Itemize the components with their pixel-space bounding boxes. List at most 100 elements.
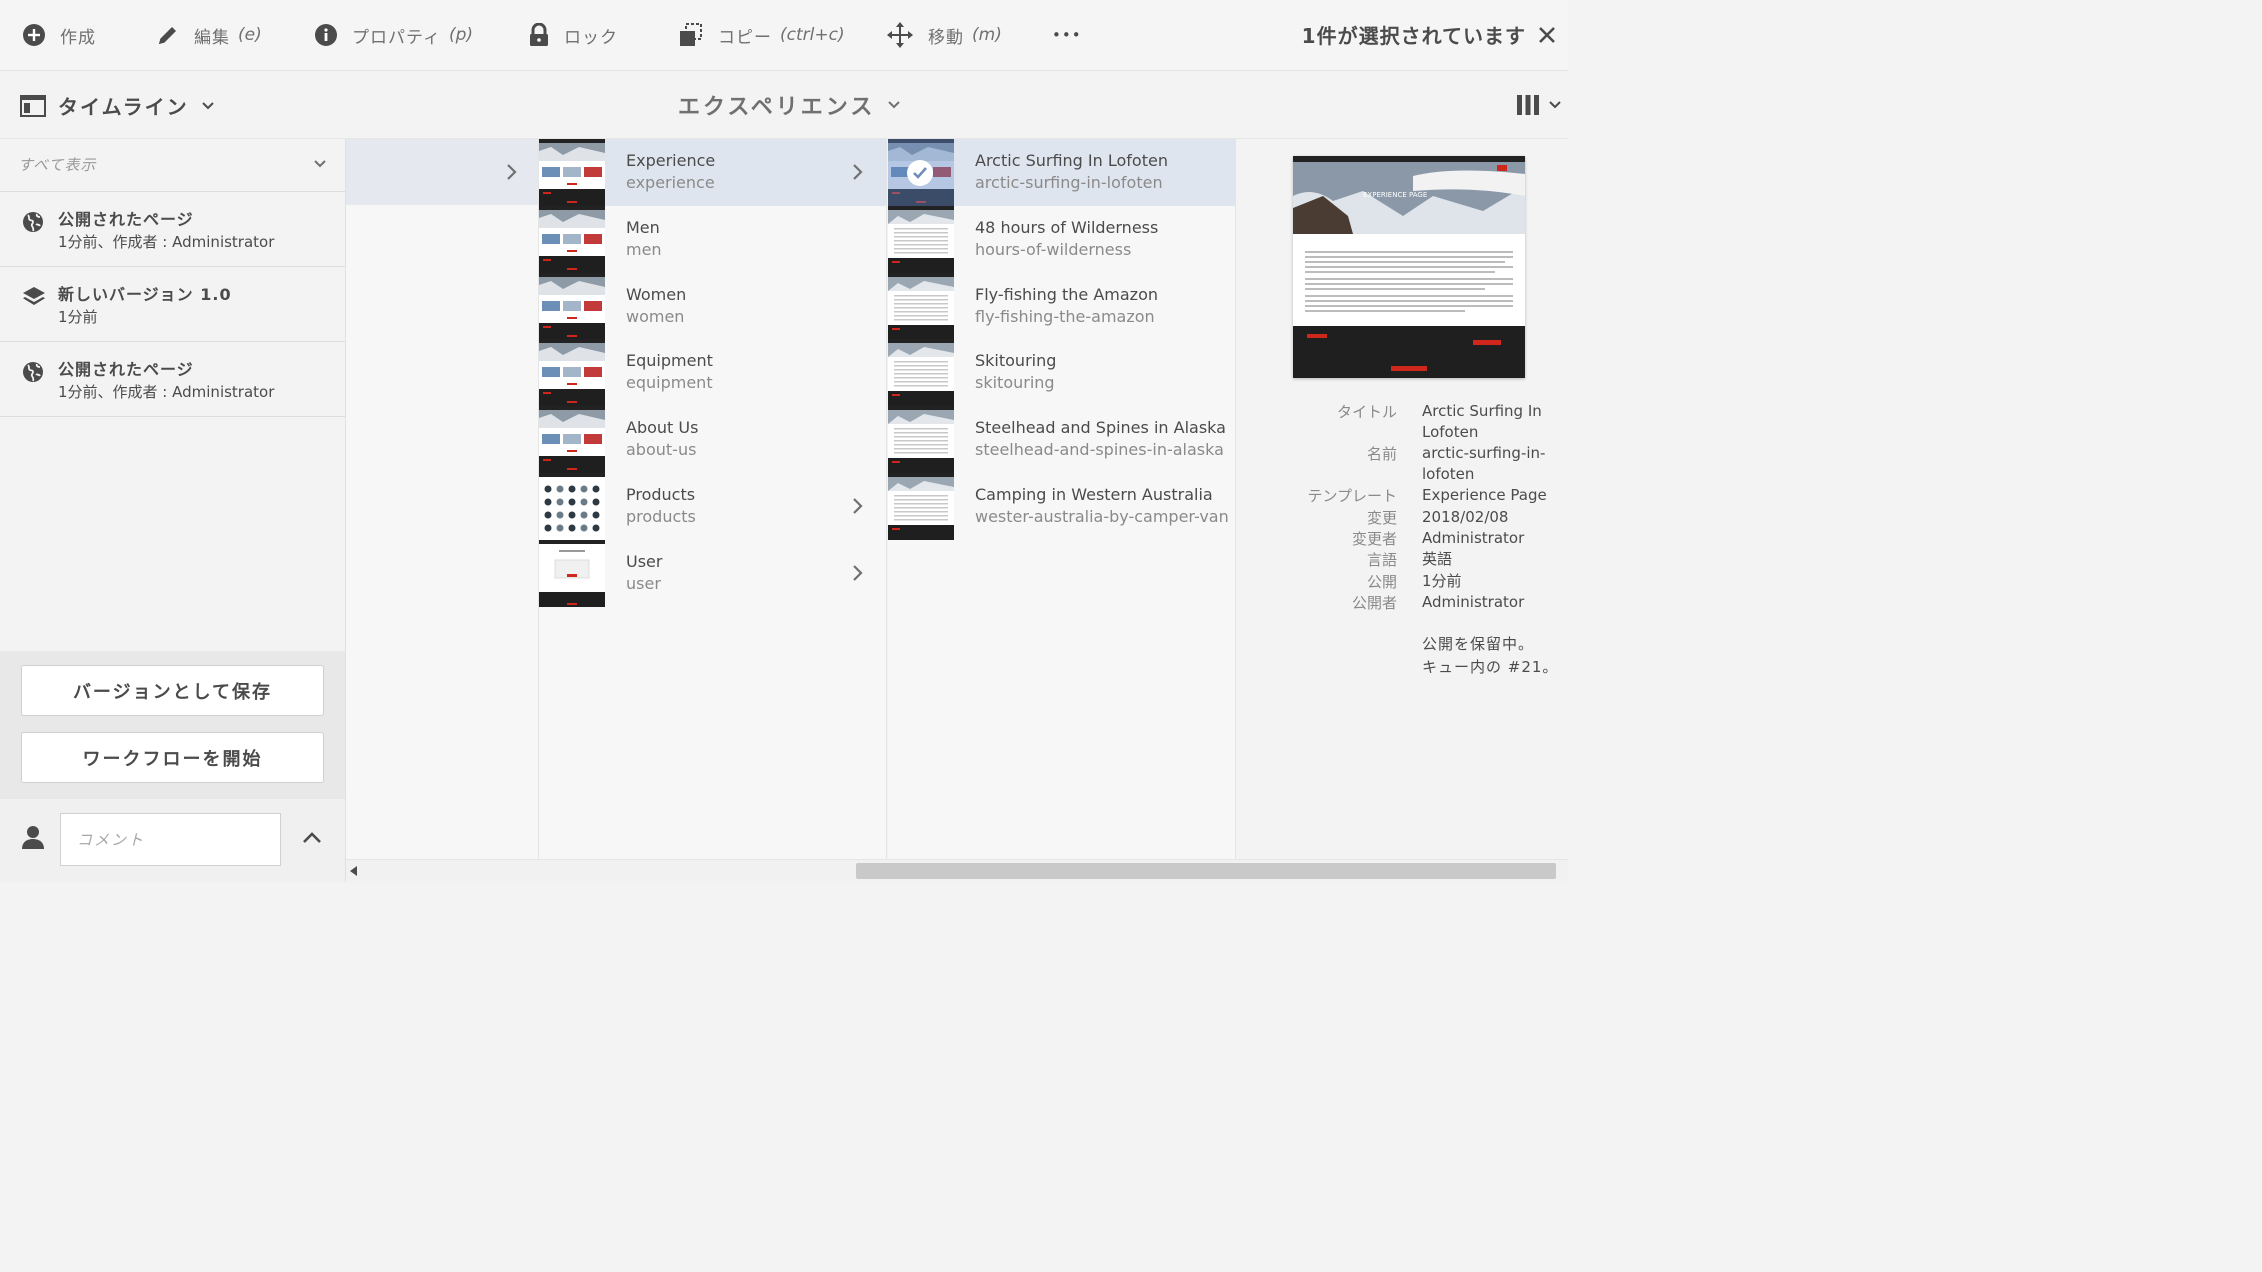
close-selection-button[interactable] bbox=[1532, 20, 1562, 50]
timeline-item-meta: 1分前 bbox=[58, 308, 98, 326]
globe-icon bbox=[22, 211, 44, 233]
selection-status: 1件が選択されています bbox=[1301, 24, 1526, 48]
item-title: Steelhead and Spines in Alaska bbox=[975, 418, 1226, 438]
timeline-filter-value: すべて表示 bbox=[18, 156, 97, 174]
save-as-version-button[interactable]: バージョンとして保存 bbox=[21, 665, 324, 716]
timeline-item[interactable]: 公開されたページ 1分前、作成者 : Administrator bbox=[0, 342, 345, 417]
page-thumbnail[interactable] bbox=[888, 339, 954, 407]
move-button[interactable]: 移動 (m) bbox=[886, 18, 1002, 52]
more-actions-button[interactable]: ••• bbox=[1052, 18, 1082, 52]
checkmark-icon[interactable] bbox=[907, 160, 933, 186]
item-name: user bbox=[626, 573, 661, 593]
page-thumbnail[interactable] bbox=[539, 272, 605, 340]
column-item-equipment[interactable]: Equipment equipment bbox=[539, 339, 886, 407]
view-switcher-button[interactable] bbox=[1516, 93, 1562, 117]
item-title: Fly-fishing the Amazon bbox=[975, 284, 1158, 304]
column-item-arctic-surfing-in-lofoten[interactable]: Arctic Surfing In Lofoten arctic-surfing-… bbox=[888, 139, 1235, 206]
item-name: fly-fishing-the-amazon bbox=[975, 306, 1155, 326]
page-thumbnail[interactable] bbox=[888, 272, 954, 340]
lock-button[interactable]: ロック bbox=[528, 18, 618, 52]
page-thumbnail[interactable] bbox=[539, 339, 605, 407]
page-preview-thumbnail: EXPERIENCE PAGE bbox=[1293, 156, 1525, 378]
content-header: タイムライン エクスペリエンス bbox=[0, 71, 1568, 139]
edit-shortcut: (e) bbox=[238, 25, 262, 45]
copy-button[interactable]: コピー (ctrl+c) bbox=[678, 18, 845, 52]
rail-toggle-button[interactable]: タイムライン bbox=[20, 91, 215, 120]
globe-icon bbox=[22, 361, 44, 383]
timeline-item[interactable]: 公開されたページ 1分前、作成者 : Administrator bbox=[0, 192, 345, 267]
copy-shortcut: (ctrl+c) bbox=[780, 25, 845, 45]
column-item-men[interactable]: Men men bbox=[539, 205, 886, 273]
create-button[interactable]: 作成 bbox=[22, 18, 96, 52]
chevron-right-icon[interactable] bbox=[852, 497, 864, 515]
column-item-women[interactable]: Women women bbox=[539, 272, 886, 340]
chevron-down-icon bbox=[887, 100, 901, 110]
column-item-skitouring[interactable]: Skitouring skitouring bbox=[888, 339, 1235, 407]
lock-icon bbox=[528, 23, 550, 47]
timeline-item-meta: 1分前、作成者 : Administrator bbox=[58, 383, 275, 401]
comment-input[interactable] bbox=[60, 813, 281, 866]
chevron-up-icon[interactable] bbox=[302, 831, 322, 845]
selection-overlay bbox=[888, 139, 954, 206]
item-title: Camping in Western Australia bbox=[975, 485, 1213, 504]
column-parent-row[interactable] bbox=[346, 139, 538, 205]
column-item-products[interactable]: Products products bbox=[539, 473, 886, 540]
column-item-experience[interactable]: Experience experience bbox=[539, 139, 886, 206]
publish-pending-text: 公開を保留中。 bbox=[1422, 635, 1535, 653]
column-item-wester-australia-by-camper-van[interactable]: Camping in Western Australia wester-austr… bbox=[888, 473, 1235, 540]
metadata-key: 名前 bbox=[1366, 445, 1397, 463]
column-experience-children: Arctic Surfing In Lofoten arctic-surfing-… bbox=[888, 139, 1236, 859]
page-thumbnail[interactable] bbox=[888, 406, 954, 474]
copy-icon bbox=[678, 22, 704, 48]
properties-button[interactable]: プロパティ (p) bbox=[314, 18, 473, 52]
column-item-fly-fishing-the-amazon[interactable]: Fly-fishing the Amazon fly-fishing-the-am… bbox=[888, 272, 1235, 340]
item-title: User bbox=[626, 551, 663, 571]
column-item-steelhead-and-spines-in-alaska[interactable]: Steelhead and Spines in Alaska steelhead-… bbox=[888, 406, 1235, 474]
add-circle-icon bbox=[22, 23, 46, 47]
column-item-user[interactable]: User user bbox=[539, 539, 886, 607]
chevron-right-icon[interactable] bbox=[852, 163, 864, 181]
timeline-item-meta: 1分前、作成者 : Administrator bbox=[58, 233, 275, 251]
page-thumbnail[interactable] bbox=[539, 205, 605, 273]
item-name: products bbox=[626, 507, 696, 526]
scrollbar-thumb[interactable] bbox=[856, 863, 1556, 879]
item-name: arctic-surfing-in-lofoten bbox=[975, 173, 1163, 192]
horizontal-scrollbar[interactable] bbox=[346, 859, 1568, 883]
column-item-hours-of-wilderness[interactable]: 48 hours of Wilderness hours-of-wildernes… bbox=[888, 205, 1235, 273]
timeline-item-title: 公開されたページ bbox=[58, 360, 194, 379]
layers-icon bbox=[22, 286, 46, 308]
page-thumbnail[interactable] bbox=[539, 139, 605, 206]
timeline-item[interactable]: 新しいバージョン 1.0 1分前 bbox=[0, 267, 345, 342]
lock-label: ロック bbox=[564, 27, 618, 48]
column-view-icon bbox=[1516, 93, 1540, 117]
column-item-about-us[interactable]: About Us about-us bbox=[539, 406, 886, 474]
chevron-down-icon bbox=[1548, 100, 1562, 110]
item-title: Men bbox=[626, 217, 660, 237]
item-name: about-us bbox=[626, 440, 697, 460]
scroll-left-arrow-icon[interactable] bbox=[350, 866, 358, 876]
item-name: skitouring bbox=[975, 373, 1055, 393]
edit-button[interactable]: 編集 (e) bbox=[156, 18, 262, 52]
item-name: men bbox=[626, 239, 662, 259]
item-title: Experience bbox=[626, 151, 716, 170]
publish-queue-text: キュー内の #21。 bbox=[1422, 658, 1559, 676]
breadcrumb-title[interactable]: エクスペリエンス bbox=[678, 89, 901, 121]
item-title: Products bbox=[626, 485, 696, 504]
page-thumbnail[interactable] bbox=[888, 473, 954, 540]
edit-label: 編集 bbox=[194, 27, 230, 48]
timeline-filter-select[interactable]: すべて表示 bbox=[0, 139, 345, 192]
move-shortcut: (m) bbox=[972, 25, 1002, 45]
item-title: Equipment bbox=[626, 351, 713, 371]
item-title: Women bbox=[626, 284, 687, 304]
page-thumbnail[interactable] bbox=[888, 139, 954, 206]
start-workflow-button[interactable]: ワークフローを開始 bbox=[21, 732, 324, 783]
page-thumbnail[interactable] bbox=[539, 539, 605, 607]
column-experience-parent: Experience experience Men men Women women Equi… bbox=[539, 139, 887, 859]
chevron-right-icon[interactable] bbox=[852, 564, 864, 582]
page-thumbnail[interactable] bbox=[539, 473, 605, 540]
timeline-item-title: 公開されたページ bbox=[58, 210, 194, 229]
item-name: wester-australia-by-camper-van bbox=[975, 507, 1229, 526]
page-thumbnail[interactable] bbox=[888, 205, 954, 273]
page-thumbnail[interactable] bbox=[539, 406, 605, 474]
metadata-value: 2018/02/08 bbox=[1422, 508, 1509, 526]
